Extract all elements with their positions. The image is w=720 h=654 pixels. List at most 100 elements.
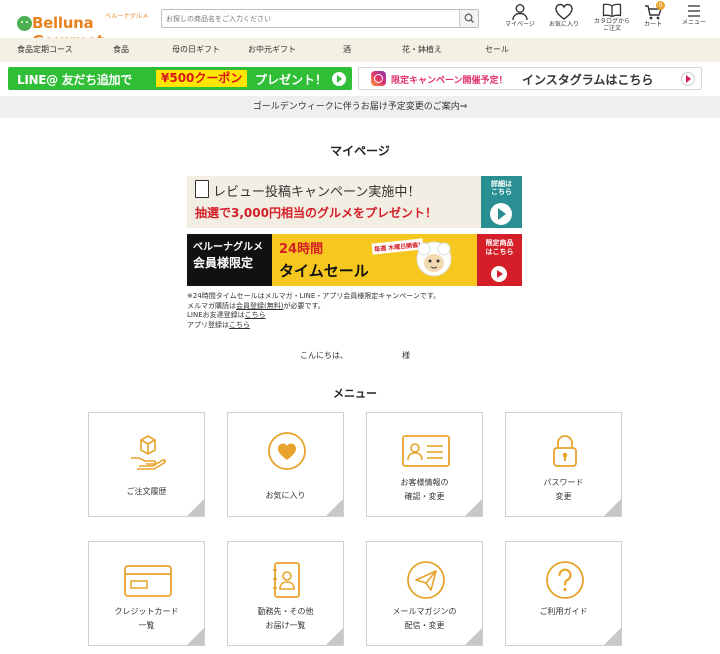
- line-banner-text: LINE@ 友だち追加で: [17, 73, 132, 87]
- menu-title: メニュー: [333, 387, 377, 400]
- note-line: LINEお友達登録はこちら: [187, 311, 440, 321]
- menu-card-password[interactable]: パスワード 変更: [505, 412, 622, 517]
- category-item[interactable]: お中元ギフト: [248, 44, 296, 55]
- corner-triangle: [465, 499, 482, 516]
- book-icon: [602, 3, 622, 17]
- page-title: マイページ: [330, 144, 390, 158]
- greeting: こんにちは、 様: [300, 350, 410, 361]
- category-item[interactable]: 食品: [113, 44, 129, 55]
- document-icon: [195, 180, 209, 198]
- time-sale-detail-label: 限定商品 はこちら: [485, 239, 514, 257]
- arrow-right-icon: [681, 72, 695, 86]
- header-menu-button[interactable]: メニュー: [678, 3, 710, 35]
- logo-face-icon: [17, 16, 32, 31]
- sheep-mascot-icon: [416, 241, 452, 277]
- corner-triangle: [604, 628, 621, 645]
- review-campaign-banner[interactable]: レビュー投稿キャンペーン実施中！ 抽選で3,000円相当のグルメをプレゼント！ …: [187, 176, 522, 228]
- review-banner-detail-label: 詳細は こちら: [491, 180, 512, 197]
- search-input[interactable]: [166, 11, 456, 26]
- note-line: アプリ登録はこちら: [187, 321, 440, 331]
- category-item[interactable]: セール: [485, 44, 509, 55]
- instagram-banner-tag: 限定キャンペーン開催予定！: [391, 76, 508, 86]
- time-sale-banner[interactable]: ベルーナグルメ 会員様限定 24時間 タイムセール 毎週 木曜日開催! 限定商品…: [187, 234, 522, 286]
- line-register-link[interactable]: こちら: [245, 311, 266, 319]
- menu-card-newsletter[interactable]: メールマガジンの 配信・変更: [366, 541, 483, 646]
- note-text: が必要です。: [283, 301, 325, 310]
- menu-card-order-history[interactable]: ご注文履歴: [88, 412, 205, 517]
- site-header: Belluna Gourmet ベルーナグルメ マイページ お気に入り カタログ…: [0, 0, 720, 50]
- header-favorites-link[interactable]: お気に入り: [546, 3, 582, 35]
- hamburger-icon: [688, 5, 700, 17]
- person-icon: [512, 4, 528, 21]
- menu-card-guide[interactable]: ご利用ガイド: [505, 541, 622, 646]
- header-cart-label: カート: [643, 21, 662, 28]
- note-text: メルマガ購読は: [187, 301, 236, 310]
- time-sale-brand: ベルーナグルメ: [193, 242, 263, 253]
- header-mypage-link[interactable]: マイページ: [503, 3, 537, 35]
- campaign-notes: ※24時間タイムセールはメルマガ・LINE・アプリ会員様限定キャンペーンです。 …: [187, 292, 440, 330]
- category-item[interactable]: 母の日ギフト: [172, 44, 220, 55]
- note-text: LINEお友達登録は: [187, 311, 245, 319]
- lock-icon: [553, 435, 577, 467]
- logo-subtext: ベルーナグルメ: [105, 13, 149, 20]
- line-coupon-banner[interactable]: LINE@ 友だち追加で ¥500クーポン プレゼント！: [8, 67, 352, 90]
- corner-triangle: [187, 628, 204, 645]
- menu-card-customer-info[interactable]: お客様情報の 確認・変更: [366, 412, 483, 517]
- header-catalog-link[interactable]: カタログから ご注文: [591, 3, 633, 35]
- corner-triangle: [187, 499, 204, 516]
- corner-triangle: [604, 499, 621, 516]
- menu-card-label: ご注文履歴: [126, 487, 167, 496]
- line-banner-present: プレゼント！: [255, 73, 328, 87]
- heart-icon: [555, 3, 573, 20]
- time-sale-members-only: 会員様限定: [193, 255, 254, 270]
- note-line: ※24時間タイムセールはメルマガ・LINE・アプリ会員様限定キャンペーンです。: [187, 292, 441, 300]
- instagram-icon: [371, 71, 386, 86]
- search-icon: [464, 13, 474, 23]
- search-box: [161, 9, 479, 28]
- favorite-icon: [268, 432, 306, 470]
- greeting-sama: 様: [402, 351, 410, 360]
- play-icon: [491, 266, 507, 282]
- category-item[interactable]: 酒: [343, 44, 351, 55]
- instagram-banner[interactable]: 限定キャンペーン開催予定！ インスタグラムはこちら: [358, 67, 702, 90]
- cart-badge: 0: [656, 1, 665, 10]
- menu-card-credit-card[interactable]: クレジットカード 一覧: [88, 541, 205, 646]
- menu-card-label: ご利用ガイド: [539, 607, 588, 616]
- category-item[interactable]: 花・鉢植え: [402, 44, 442, 55]
- header-cart-link[interactable]: 0 カート: [641, 1, 665, 35]
- time-sale-members: ベルーナグルメ 会員様限定: [187, 234, 272, 286]
- header-favorites-label: お気に入り: [548, 21, 579, 28]
- help-icon: [546, 561, 584, 599]
- paper-plane-icon: [407, 561, 445, 599]
- search-button[interactable]: [459, 10, 478, 27]
- credit-card-icon: [124, 565, 172, 597]
- review-banner-subtitle: 抽選で3,000円相当のグルメをプレゼント！: [195, 206, 437, 220]
- id-card-icon: [402, 435, 450, 467]
- category-nav: 食品定期コース 食品 母の日ギフト お中元ギフト 酒 花・鉢植え セール: [0, 38, 720, 62]
- instagram-banner-text: インスタグラムはこちら: [522, 73, 654, 87]
- review-banner-detail: 詳細は こちら: [481, 176, 522, 228]
- header-menu-label: メニュー: [681, 19, 706, 26]
- note-text: アプリ登録は: [187, 320, 229, 329]
- review-banner-title: レビュー投稿キャンペーン実施中！: [213, 185, 421, 200]
- category-item[interactable]: 食品定期コース: [17, 44, 73, 55]
- corner-triangle: [465, 628, 482, 645]
- header-mypage-label: マイページ: [505, 21, 535, 28]
- address-book-icon: [273, 562, 300, 598]
- app-register-link[interactable]: こちら: [229, 321, 250, 329]
- arrow-right-icon: [332, 72, 346, 86]
- order-history-icon: [131, 435, 166, 470]
- menu-card-address-book[interactable]: 勤務先・その他 お届け一覧: [227, 541, 344, 646]
- menu-card-favorites[interactable]: お気に入り: [227, 412, 344, 517]
- site-logo[interactable]: Belluna Gourmet ベルーナグルメ: [8, 6, 158, 50]
- note-line: メルマガ購読は会員登録(無料)が必要です。: [187, 302, 440, 312]
- corner-triangle: [326, 499, 343, 516]
- notice-link[interactable]: ゴールデンウィークに伴うお届け予定変更のご案内⇒: [0, 96, 720, 118]
- time-sale-detail: 限定商品 はこちら: [477, 234, 522, 286]
- member-register-link[interactable]: 会員登録(無料): [236, 302, 283, 310]
- greeting-hello: こんにちは、: [300, 351, 348, 360]
- header-catalog-label: カタログから ご注文: [593, 18, 630, 32]
- corner-triangle: [326, 628, 343, 645]
- time-sale-title: タイムセール: [279, 262, 369, 280]
- play-icon: [490, 203, 512, 225]
